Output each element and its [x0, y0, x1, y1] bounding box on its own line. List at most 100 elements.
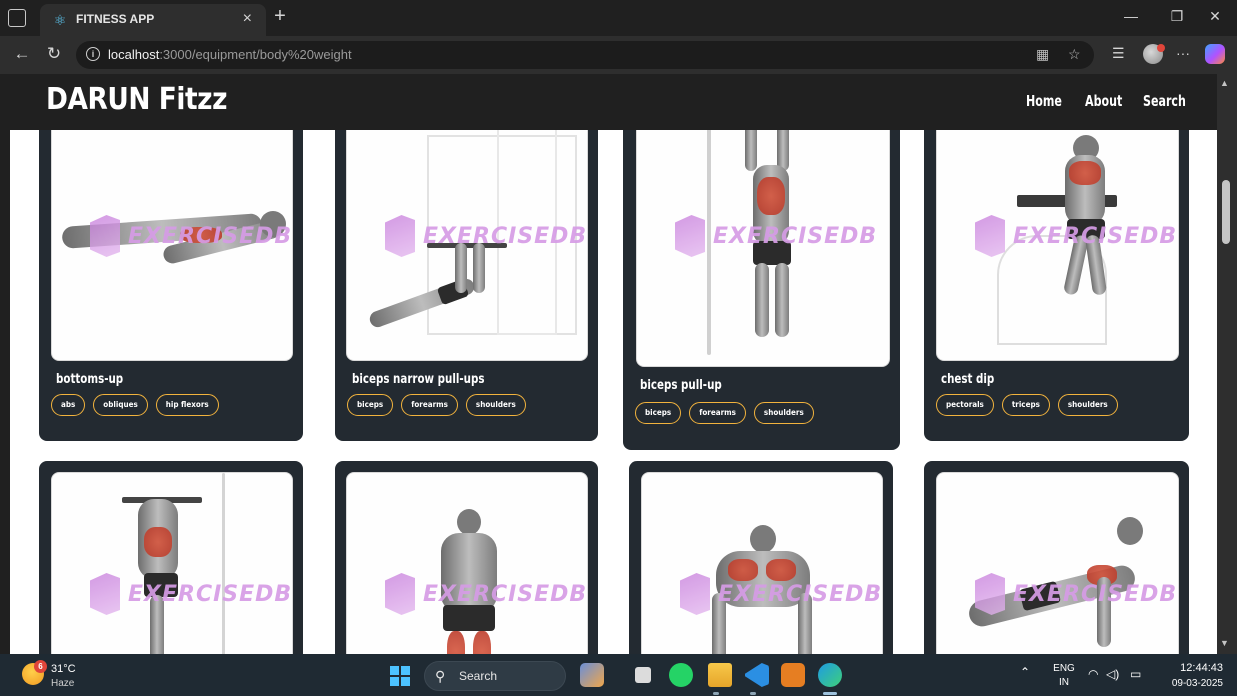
exercise-card[interactable]: EXERCISEDB biceps pull-up biceps forearm… — [623, 114, 900, 450]
windows-start-icon[interactable] — [390, 666, 410, 686]
page-scrollbar[interactable] — [1217, 74, 1237, 654]
address-bar[interactable]: i localhost:3000/equipment/body%20weight… — [76, 41, 1094, 69]
scroll-up-icon[interactable]: ▲ — [1220, 78, 1229, 88]
exercise-illustration — [937, 473, 1178, 654]
tab-actions-icon[interactable] — [8, 9, 26, 27]
exercise-title[interactable]: biceps pull-up — [640, 378, 722, 393]
battery-icon[interactable]: ▭ — [1130, 667, 1141, 681]
tag[interactable]: pectorals — [936, 394, 994, 416]
exercisedb-watermark: EXERCISEDB — [680, 573, 882, 615]
close-window-button[interactable]: ✕ — [1205, 8, 1225, 25]
new-tab-button[interactable]: + — [270, 5, 290, 27]
exercisedb-watermark: EXERCISEDB — [90, 573, 292, 615]
tag[interactable]: biceps — [347, 394, 394, 416]
running-app-indicator — [713, 692, 719, 695]
nav-home[interactable]: Home — [1026, 92, 1062, 110]
exercise-image: EXERCISEDB — [641, 472, 883, 654]
tag[interactable]: hip flexors — [155, 394, 219, 416]
vscode-icon[interactable] — [745, 663, 769, 687]
copilot-app-icon[interactable] — [580, 663, 604, 687]
active-app-indicator — [823, 692, 837, 695]
windows-taskbar: 6 31°C Haze ⚲ Search ⌃ ENG IN ◠ ◁) ▭ 12:… — [0, 654, 1237, 696]
tag[interactable]: abs — [51, 394, 86, 416]
star-icon[interactable]: ☆ — [1068, 46, 1081, 63]
exercise-card[interactable]: EXERCISEDB — [629, 461, 893, 654]
scroll-down-icon[interactable]: ▼ — [1220, 638, 1229, 648]
favorites-icon[interactable]: ☰ — [1112, 45, 1125, 62]
exercise-title[interactable]: biceps narrow pull-ups — [352, 372, 484, 387]
page-viewport: EXERCISEDB bottoms-up abs obliques hip f… — [10, 74, 1217, 654]
wifi-icon[interactable]: ◠ — [1088, 667, 1098, 681]
refresh-icon[interactable]: ↻ — [44, 44, 64, 64]
tag-list: biceps forearms shoulders — [635, 402, 814, 424]
tag-list: pectorals triceps shoulders — [936, 394, 1118, 416]
browser-titlebar: ⚛ FITNESS APP × + — ❐ ✕ — [0, 0, 1237, 36]
exercise-title[interactable]: chest dip — [941, 372, 994, 387]
office-app-icon[interactable] — [781, 663, 805, 687]
taskbar-search[interactable]: ⚲ Search — [424, 661, 566, 691]
tag-list: abs obliques hip flexors — [51, 394, 219, 416]
exercise-image: EXERCISEDB — [936, 114, 1179, 361]
exercisedb-watermark: EXERCISEDB — [385, 573, 587, 615]
url-text[interactable]: localhost:3000/equipment/body%20weight — [108, 47, 352, 62]
nav-about[interactable]: About — [1085, 92, 1122, 110]
exercise-card[interactable]: EXERCISEDB — [924, 461, 1189, 654]
chevron-up-icon[interactable]: ⌃ — [1020, 665, 1030, 679]
weather-badge: 6 — [34, 660, 47, 673]
tag[interactable]: biceps — [635, 402, 682, 424]
exercise-image: EXERCISEDB — [346, 114, 588, 361]
tag[interactable]: triceps — [1001, 394, 1050, 416]
exercisedb-watermark: EXERCISEDB — [90, 215, 292, 257]
copilot-icon[interactable] — [1205, 44, 1225, 64]
tag[interactable]: shoulders — [1057, 394, 1118, 416]
nav-search[interactable]: Search — [1143, 92, 1186, 110]
tag-list: biceps forearms shoulders — [347, 394, 526, 416]
file-explorer-icon[interactable] — [708, 663, 732, 687]
exercise-card[interactable]: EXERCISEDB — [39, 461, 303, 654]
exercise-title[interactable]: bottoms-up — [56, 372, 123, 387]
language-bottom[interactable]: IN — [1052, 677, 1076, 688]
exercise-card[interactable]: EXERCISEDB bottoms-up abs obliques hip f… — [39, 114, 303, 441]
exercise-card[interactable]: EXERCISEDB chest dip pectorals triceps s… — [924, 114, 1189, 441]
exercise-illustration — [642, 473, 882, 654]
exercisedb-watermark: EXERCISEDB — [975, 215, 1177, 257]
minimize-button[interactable]: — — [1121, 8, 1141, 24]
clock-date[interactable]: 09-03-2025 — [1163, 678, 1223, 689]
running-app-indicator — [750, 692, 756, 695]
task-view-icon[interactable] — [635, 667, 651, 683]
exercise-image: EXERCISEDB — [51, 472, 293, 654]
tag[interactable]: shoulders — [465, 394, 526, 416]
tab-fitness-app[interactable]: ⚛ FITNESS APP × — [40, 4, 266, 36]
search-placeholder: Search — [459, 669, 498, 683]
language-top[interactable]: ENG — [1052, 663, 1076, 674]
whatsapp-icon[interactable] — [669, 663, 693, 687]
ellipsis-icon[interactable]: ··· — [1176, 45, 1190, 61]
clock-time[interactable]: 12:44:43 — [1175, 662, 1223, 674]
react-icon: ⚛ — [53, 12, 67, 28]
search-icon: ⚲ — [435, 668, 446, 684]
edge-icon[interactable] — [818, 663, 842, 687]
tag[interactable]: shoulders — [753, 402, 814, 424]
exercise-card[interactable]: EXERCISEDB biceps narrow pull-ups biceps… — [335, 114, 598, 441]
scroll-thumb[interactable] — [1222, 180, 1230, 244]
exercise-image: EXERCISEDB — [346, 472, 588, 654]
tag[interactable]: forearms — [401, 394, 458, 416]
arrow-left-icon[interactable]: ← — [12, 44, 32, 64]
exercisedb-watermark: EXERCISEDB — [675, 215, 877, 257]
exercise-image: EXERCISEDB — [51, 114, 293, 361]
profile-status-dot — [1157, 44, 1165, 52]
info-icon[interactable]: i — [86, 47, 100, 61]
reader-mode-icon[interactable]: ▦ — [1036, 46, 1049, 63]
restore-button[interactable]: ❐ — [1167, 8, 1187, 25]
exercise-illustration — [52, 473, 292, 654]
tag[interactable]: obliques — [93, 394, 148, 416]
temperature[interactable]: 31°C — [51, 663, 76, 675]
volume-icon[interactable]: ◁) — [1106, 667, 1119, 681]
site-logo[interactable]: DARUN Fitzz — [46, 82, 227, 117]
tab-close-icon[interactable]: × — [243, 9, 252, 29]
exercisedb-watermark: EXERCISEDB — [975, 573, 1177, 615]
exercisedb-watermark: EXERCISEDB — [385, 215, 587, 257]
weather-condition[interactable]: Haze — [51, 678, 74, 689]
tag[interactable]: forearms — [689, 402, 746, 424]
exercise-card[interactable]: EXERCISEDB — [335, 461, 598, 654]
